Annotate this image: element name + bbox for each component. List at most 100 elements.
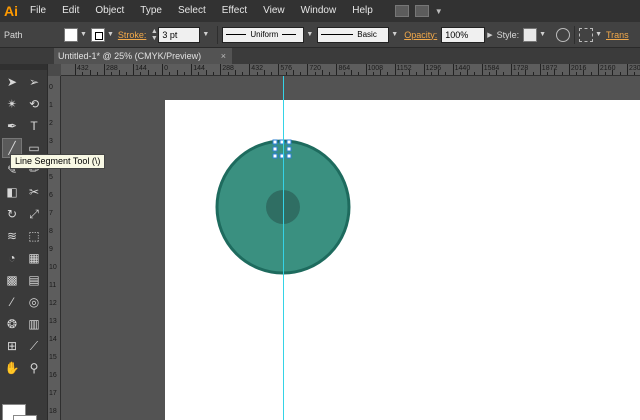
ruler-tick-label: 576 (280, 65, 293, 72)
zoom-tool-icon[interactable]: ⚲ (24, 358, 44, 378)
chevron-down-icon[interactable]: ▼ (391, 31, 398, 38)
ruler-minor-tick (380, 70, 382, 75)
vertical-ruler[interactable]: 0123456789101112131415161718 (48, 76, 61, 420)
stroke-swatch[interactable] (90, 27, 105, 42)
stroke-color-box[interactable] (13, 415, 37, 420)
ruler-minor-tick (474, 72, 476, 75)
mesh-tool-icon[interactable]: ▩ (2, 270, 22, 290)
chevron-right-icon[interactable]: ▶ (487, 31, 492, 39)
chevron-down-icon[interactable]: ▼ (539, 31, 546, 38)
eyedropper-tool-icon[interactable]: ⁄ (2, 292, 22, 312)
shape-builder-tool-icon[interactable]: ◔ (2, 248, 22, 268)
horizontal-ruler[interactable]: 432 288 144 0 144 288 432 576 720 864 1008 1152 1296… (61, 64, 640, 76)
chevron-down-icon[interactable]: ▼ (107, 31, 114, 38)
ruler-minor-tick (358, 72, 360, 75)
ruler-minor-tick (518, 72, 519, 75)
perspective-grid-tool-icon[interactable]: ▦ (24, 248, 44, 268)
selection-handle[interactable] (272, 139, 278, 145)
menu-type[interactable]: Type (132, 0, 170, 22)
align-reference-icon[interactable] (579, 27, 594, 42)
ruler-minor-tick (285, 72, 287, 75)
selection-handle[interactable] (286, 146, 292, 152)
bridge-icon[interactable] (394, 5, 409, 17)
menu-edit[interactable]: Edit (54, 0, 87, 22)
ruler-tick (568, 64, 570, 75)
brush-label: Basic (357, 30, 377, 39)
chevron-down-icon[interactable]: ▼ (80, 31, 87, 38)
ruler-minor-tick (169, 72, 171, 75)
profile-label: Uniform (250, 30, 279, 39)
ruler-origin[interactable] (48, 64, 61, 76)
tool-tooltip: Line Segment Tool (\) (10, 154, 106, 169)
selection-handle[interactable] (286, 139, 292, 145)
stroke-weight-field[interactable]: 3 pt (158, 26, 201, 43)
close-icon[interactable]: × (221, 48, 226, 64)
panel-grip[interactable] (0, 64, 47, 70)
blend-tool-icon[interactable]: ◎ (24, 292, 44, 312)
ruler-tick-label: 15 (49, 354, 57, 361)
style-swatch[interactable] (523, 27, 538, 42)
menu-window[interactable]: Window (293, 0, 345, 22)
ruler-tick-label: 288 (106, 65, 118, 72)
pen-tool-icon[interactable]: ✒ (2, 116, 22, 136)
opacity-field[interactable]: 100% (441, 26, 486, 43)
ruler-tick (249, 64, 251, 75)
arrange-documents-icon[interactable] (414, 5, 429, 17)
eraser-tool-icon[interactable]: ◧ (2, 182, 22, 202)
ruler-minor-tick (401, 72, 403, 75)
ruler-tick-label: 13 (49, 318, 57, 325)
menu-view[interactable]: View (255, 0, 293, 22)
variable-width-profile[interactable]: Uniform (222, 26, 305, 43)
menu-select[interactable]: Select (170, 0, 214, 22)
menu-effect[interactable]: Effect (214, 0, 255, 22)
ruler-tick (626, 64, 628, 75)
chevron-down-icon[interactable]: ▼ (595, 31, 602, 38)
ruler-minor-tick (147, 70, 149, 75)
gradient-tool-icon[interactable]: ▤ (24, 270, 44, 290)
ruler-tick-label: 17 (49, 390, 57, 397)
menu-object[interactable]: Object (87, 0, 132, 22)
lasso-tool-icon[interactable]: ⟲ (24, 94, 44, 114)
selection-tool-icon[interactable]: ➤ (2, 72, 22, 92)
vertical-guide[interactable] (283, 76, 284, 420)
chevron-down-icon[interactable]: ▼ (202, 31, 209, 38)
direct-selection-tool-icon[interactable]: ➢ (24, 72, 44, 92)
ruler-minor-tick (387, 72, 389, 75)
recolor-artwork-icon[interactable] (556, 27, 571, 42)
canvas-area[interactable] (61, 76, 640, 420)
selection-handle[interactable] (272, 146, 278, 152)
column-graph-tool-icon[interactable]: ▥ (24, 314, 44, 334)
ruler-minor-tick (576, 72, 578, 75)
transform-link[interactable]: Trans (606, 30, 629, 40)
brush-definition[interactable]: Basic (317, 26, 390, 43)
ruler-minor-tick (82, 72, 84, 75)
free-transform-tool-icon[interactable]: ⬚ (24, 226, 44, 246)
menu-help[interactable]: Help (344, 0, 381, 22)
ruler-minor-tick (271, 72, 273, 75)
ruler-minor-tick (467, 70, 469, 75)
fill-swatch[interactable] (64, 27, 78, 42)
ruler-minor-tick (619, 72, 621, 75)
scale-tool-icon[interactable]: ⤢ (24, 204, 44, 224)
opacity-link[interactable]: Opacity: (404, 30, 437, 40)
ruler-tick (597, 64, 599, 75)
ruler-tick-label: 432 (251, 65, 263, 72)
document-title: Untitled-1* @ 25% (CMYK/Preview) (58, 51, 202, 61)
stroke-stepper-icon[interactable]: ▲ ▼ (150, 28, 158, 42)
stroke-link[interactable]: Stroke: (118, 30, 147, 40)
type-tool-icon[interactable]: T (24, 116, 44, 136)
chevron-down-icon[interactable]: ▼ (306, 31, 313, 38)
selection-handle[interactable] (272, 153, 278, 159)
slice-tool-icon[interactable]: ⟋ (24, 336, 44, 356)
hand-tool-icon[interactable]: ✋ (2, 358, 22, 378)
warp-tool-icon[interactable]: ≋ (2, 226, 22, 246)
symbol-sprayer-tool-icon[interactable]: ❂ (2, 314, 22, 334)
rotate-tool-icon[interactable]: ↻ (2, 204, 22, 224)
chevron-down-icon[interactable]: ▼ (435, 7, 443, 16)
artboard-tool-icon[interactable]: ⊞ (2, 336, 22, 356)
magic-wand-tool-icon[interactable]: ✴ (2, 94, 22, 114)
menu-file[interactable]: File (22, 0, 54, 22)
document-tab[interactable]: Untitled-1* @ 25% (CMYK/Preview) × (54, 48, 232, 64)
scissors-tool-icon[interactable]: ✂ (24, 182, 44, 202)
selection-handle[interactable] (286, 153, 292, 159)
